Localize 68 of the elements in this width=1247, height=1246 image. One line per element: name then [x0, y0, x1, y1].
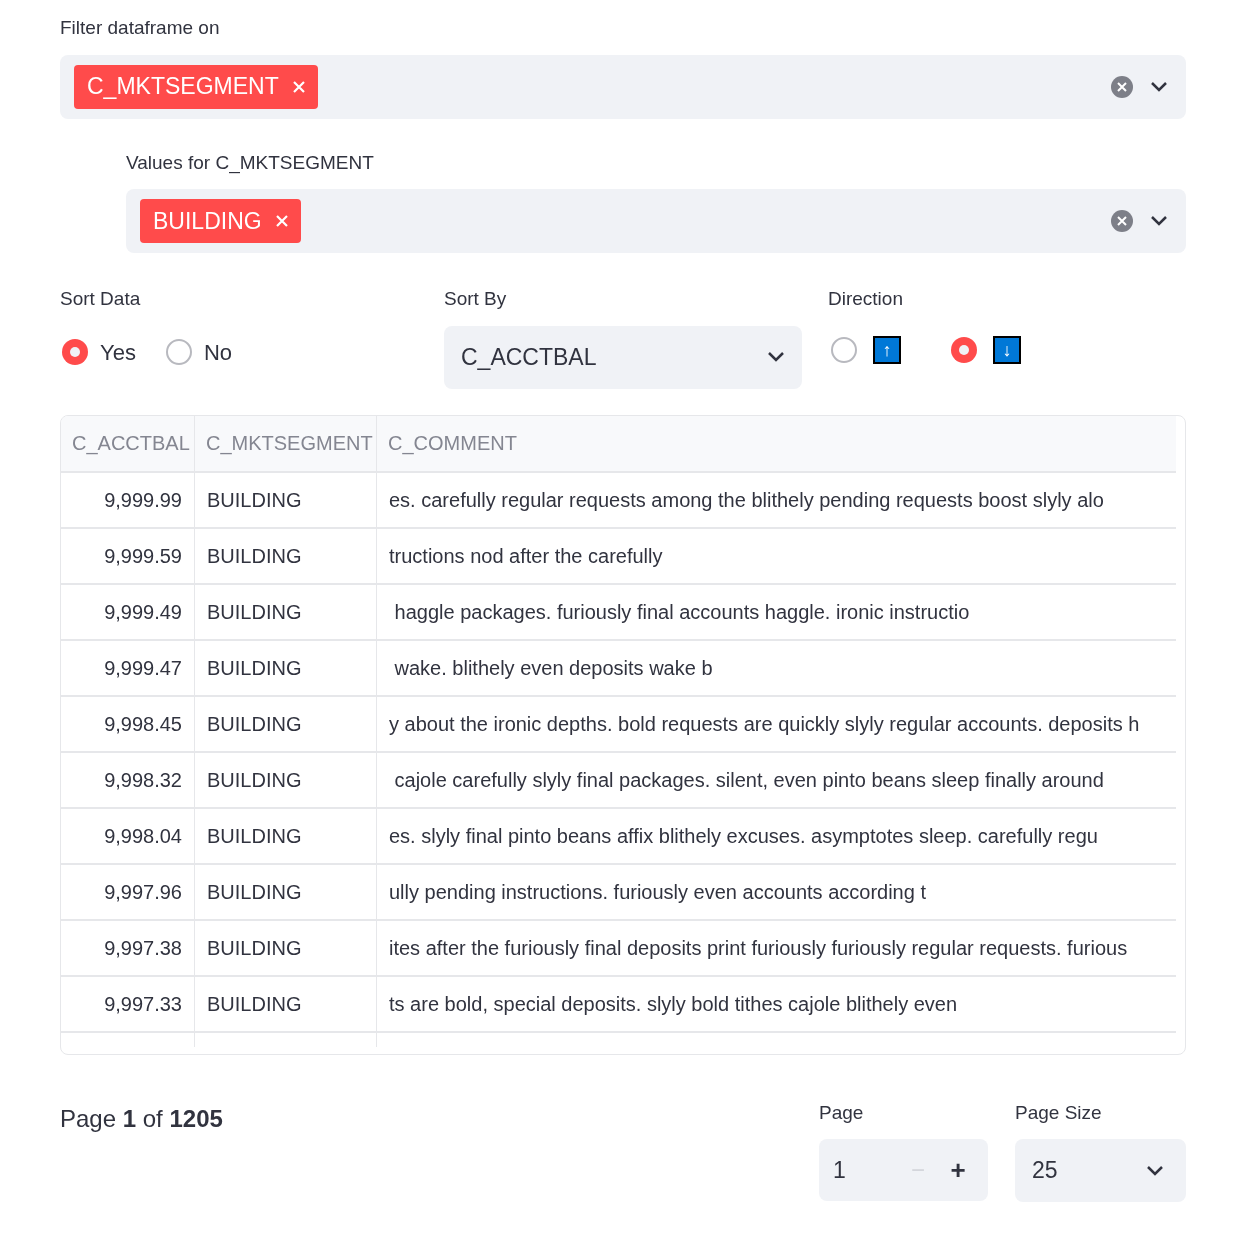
- close-icon[interactable]: [275, 215, 288, 227]
- column-header[interactable]: C_MKTSEGMENT: [195, 415, 377, 471]
- clear-icon[interactable]: [1110, 209, 1134, 233]
- table-cell-text: BUILDING: [207, 711, 302, 737]
- select-field[interactable]: C_ACCTBAL: [444, 325, 802, 389]
- input-value: 1: [833, 1155, 847, 1185]
- tag-label: BUILDING: [153, 206, 262, 236]
- table-cell-text: 9,999.49: [104, 599, 182, 625]
- radio-button[interactable]: [951, 336, 977, 363]
- table-cell-text: tructions nod after the carefully: [389, 543, 663, 569]
- radio-label: No: [203, 338, 232, 367]
- table-cell-text: BUILDING: [207, 599, 302, 625]
- select-field[interactable]: 25: [1015, 1139, 1186, 1202]
- select-value: 25: [1032, 1156, 1058, 1186]
- table-cell-text: BUILDING: [207, 991, 302, 1017]
- table-cell-text: 9,998.04: [104, 823, 182, 849]
- table-cell-text: 9,997.38: [104, 935, 182, 961]
- selected-tag[interactable]: C_MKTSEGMENT: [74, 64, 318, 109]
- table-cell-text: ully pending instructions. furiously even accounts according t: [389, 879, 926, 905]
- table-cell-text: BUILDING: [207, 879, 302, 905]
- page-indicator: Page 1 of 1205: [60, 1103, 224, 1134]
- selected-tag[interactable]: BUILDING: [140, 199, 301, 243]
- field-label: Values for C_MKTSEGMENT: [126, 150, 375, 176]
- table-cell-text: ites after the furiously final deposits print furiously furiously regular requests. furious: [389, 935, 1128, 961]
- column-header[interactable]: C_COMMENT: [377, 415, 1176, 471]
- table-cell-text: es. slyly final pinto beans affix blithely excuses. asymptotes sleep. carefully regu: [389, 823, 1098, 849]
- field-label: Sort By: [444, 287, 508, 311]
- table-cell-text: 9,998.45: [104, 711, 182, 737]
- chevron-down-icon: [1150, 80, 1168, 93]
- number-input[interactable]: 1 − +: [819, 1139, 988, 1201]
- multiselect-field[interactable]: BUILDING: [126, 189, 1186, 253]
- table-cell-text: es. carefully regular requests among the blithely pending requests boost slyly alo: [389, 487, 1104, 513]
- table-cell-text: y about the ironic depths. bold requests are quickly slyly regular accounts. deposits h: [389, 711, 1140, 737]
- column-header[interactable]: C_ACCTBAL: [61, 415, 195, 471]
- chevron-down-icon: [767, 351, 785, 363]
- multiselect-field[interactable]: C_MKTSEGMENT: [60, 54, 1186, 119]
- table-cell-text: BUILDING: [207, 655, 302, 681]
- table-cell-text: cajole carefully slyly final packages. silent, even pinto beans sleep finally around: [393, 767, 1104, 793]
- chevron-down-icon: [1146, 1164, 1164, 1177]
- increment-button[interactable]: +: [938, 1150, 978, 1190]
- tag-label: C_MKTSEGMENT: [87, 72, 279, 102]
- chevron-down-icon: [1150, 215, 1168, 227]
- table-cell-text: BUILDING: [207, 767, 302, 793]
- table-cell-text: BUILDING: [207, 935, 302, 961]
- table-cell-text: BUILDING: [207, 823, 302, 849]
- radio-button[interactable]: [165, 339, 192, 365]
- table-cell-text: BUILDING: [207, 543, 302, 569]
- field-label: Direction: [828, 287, 904, 311]
- close-icon[interactable]: [292, 80, 305, 93]
- field-label: Page Size: [1015, 1100, 1103, 1125]
- table-cell-text: 9,997.96: [104, 879, 182, 905]
- table-cell-text: ts are bold, special deposits. slyly bold tithes cajole blithely even: [389, 991, 958, 1017]
- table-cell-text: haggle packages. furiously final accounts haggle. ironic instructio: [393, 599, 970, 625]
- field-label: Sort Data: [60, 287, 142, 311]
- table-cell-text: 9,997.33: [104, 991, 182, 1017]
- table-cell-text: 9,999.99: [104, 487, 182, 513]
- radio-label: Yes: [100, 338, 136, 367]
- field-label: Filter dataframe on: [60, 16, 221, 40]
- select-value: C_ACCTBAL: [461, 342, 597, 372]
- table-cell-text: 9,999.59: [104, 543, 182, 569]
- field-label: Page: [819, 1100, 865, 1125]
- table-cell-text: wake. blithely even deposits wake b: [393, 655, 713, 681]
- table-cell-text: 9,998.32: [104, 767, 182, 793]
- table-cell-text: 9,999.47: [104, 655, 182, 681]
- radio-button[interactable]: [62, 339, 88, 365]
- table-cell-text: BUILDING: [207, 487, 302, 513]
- radio-button[interactable]: [831, 336, 857, 363]
- clear-icon[interactable]: [1110, 74, 1134, 99]
